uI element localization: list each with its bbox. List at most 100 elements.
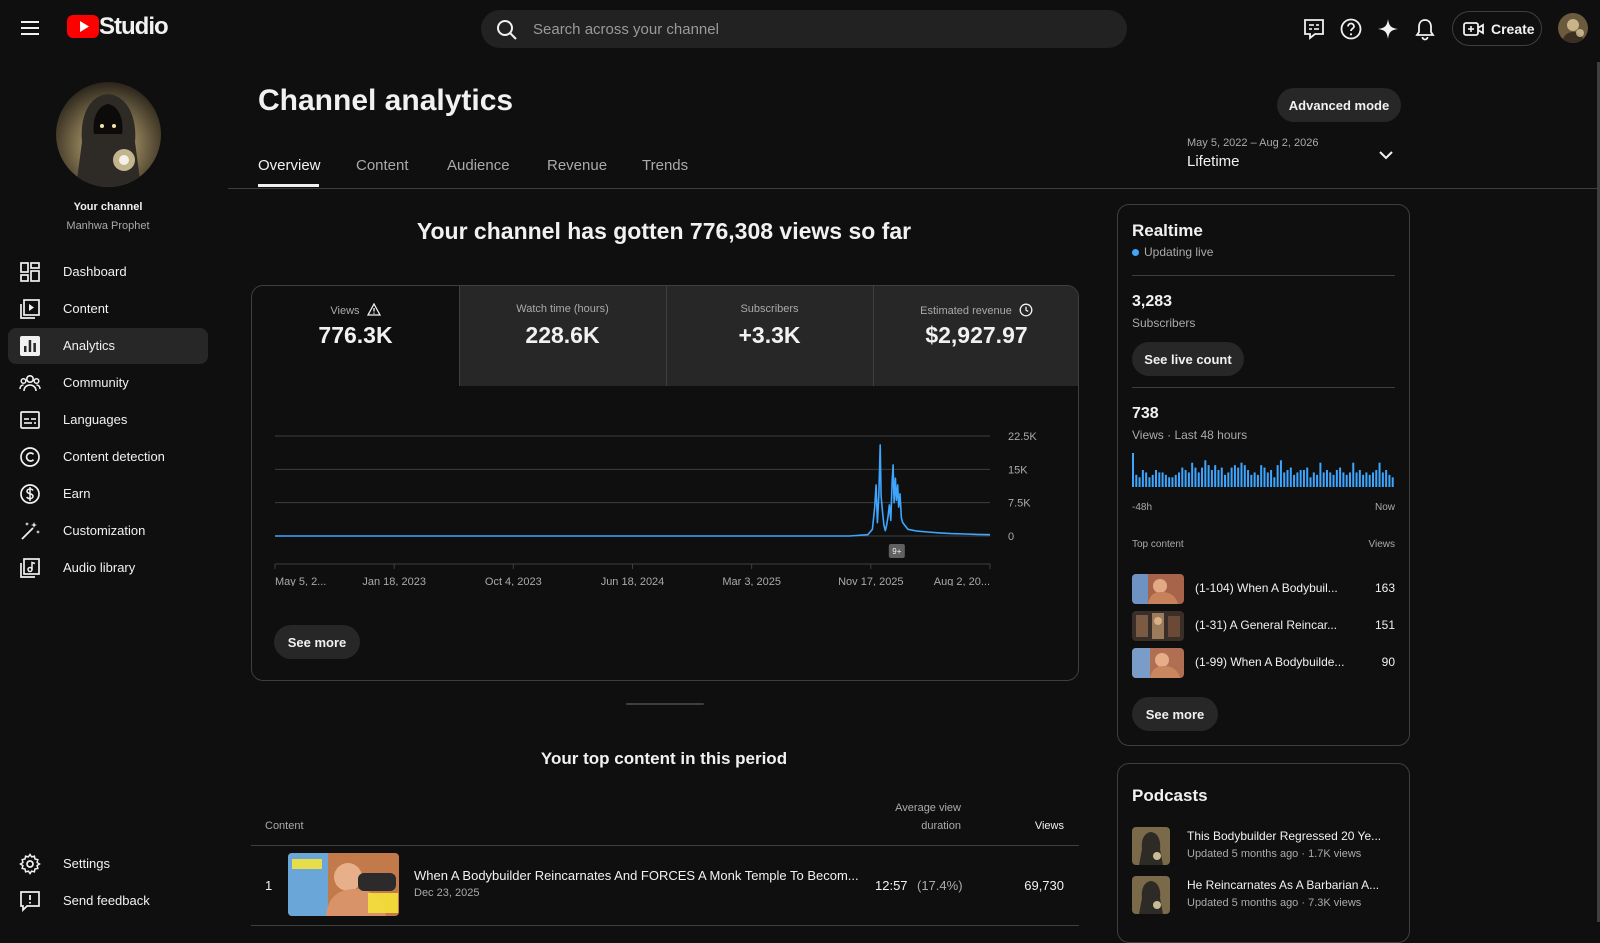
realtime-bar bbox=[1391, 477, 1394, 487]
sidebar-item-analytics[interactable]: Analytics bbox=[8, 328, 208, 364]
sidebar-item-label: Languages bbox=[63, 412, 128, 427]
metric-label: Estimated revenue bbox=[920, 305, 1012, 317]
captions-icon[interactable] bbox=[1302, 18, 1326, 40]
realtime-bar bbox=[1240, 462, 1243, 487]
realtime-bar bbox=[1348, 472, 1351, 487]
video-date: Dec 23, 2025 bbox=[414, 887, 480, 899]
realtime-bar bbox=[1273, 477, 1276, 487]
account-avatar[interactable] bbox=[1558, 13, 1588, 43]
metric-label-row: Views bbox=[252, 303, 459, 317]
sidebar-item-content[interactable]: Content bbox=[8, 291, 208, 327]
top-content-item[interactable]: (1-104) When A Bodybuil... 163 bbox=[1132, 574, 1395, 604]
sidebar-item-settings[interactable]: Settings bbox=[8, 846, 208, 882]
studio-logo-text[interactable]: Studio bbox=[99, 13, 169, 41]
realtime-bar bbox=[1256, 474, 1259, 487]
sidebar-item-customization[interactable]: Customization bbox=[8, 513, 208, 549]
realtime-bar bbox=[1217, 470, 1220, 487]
advanced-mode-button[interactable]: Advanced mode bbox=[1277, 88, 1401, 122]
realtime-bar bbox=[1368, 474, 1371, 487]
realtime-bar bbox=[1250, 474, 1253, 487]
metric-separator bbox=[873, 286, 874, 386]
x-tick-label: Nov 17, 2025 bbox=[838, 576, 903, 586]
sidebar-item-label: Settings bbox=[63, 856, 110, 871]
realtime-see-more-button[interactable]: See more bbox=[1132, 697, 1218, 731]
date-range-text: May 5, 2022 – Aug 2, 2026 bbox=[1187, 137, 1319, 149]
column-header-avg-duration-2[interactable]: duration bbox=[840, 820, 961, 832]
tab-revenue[interactable]: Revenue bbox=[547, 157, 607, 174]
sidebar-item-languages[interactable]: Languages bbox=[8, 402, 208, 438]
search-input[interactable] bbox=[533, 10, 1093, 48]
metric-subscribers[interactable]: Subscribers +3.3K bbox=[666, 286, 873, 386]
column-header-views[interactable]: Views bbox=[990, 820, 1064, 832]
channel-avatar[interactable] bbox=[56, 82, 161, 187]
podcast-thumbnail bbox=[1132, 876, 1170, 914]
chevron-down-icon[interactable] bbox=[1378, 148, 1394, 162]
tab-content[interactable]: Content bbox=[356, 157, 409, 174]
views-line-chart[interactable]: 0 7.5K 15K 22.5K May 5, 2... Jan 18, 2023 Oct … bbox=[252, 386, 1079, 586]
metric-value: 228.6K bbox=[525, 322, 600, 348]
overview-chart-card: Views 776.3K Watch time (hours) 228.6K S… bbox=[251, 285, 1079, 681]
realtime-bar bbox=[1339, 467, 1342, 487]
video-thumbnail[interactable] bbox=[288, 853, 399, 916]
create-button[interactable]: Create bbox=[1452, 11, 1542, 46]
podcast-item[interactable]: He Reincarnates As A Barbarian A... Upda… bbox=[1132, 876, 1402, 916]
realtime-bar bbox=[1375, 470, 1378, 487]
menu-icon[interactable] bbox=[20, 18, 42, 38]
realtime-bar bbox=[1286, 470, 1289, 487]
metric-label: Subscribers bbox=[740, 303, 799, 315]
realtime-axis-end: Now bbox=[1374, 502, 1395, 513]
sidebar-item-community[interactable]: Community bbox=[8, 365, 208, 401]
tab-trends[interactable]: Trends bbox=[642, 157, 688, 174]
realtime-axis-start: -48h bbox=[1132, 502, 1153, 513]
realtime-bar bbox=[1365, 472, 1368, 487]
metric-views[interactable]: Views 776.3K bbox=[252, 286, 459, 386]
realtime-title: Realtime bbox=[1132, 221, 1203, 240]
metric-watch-time[interactable]: Watch time (hours) 228.6K bbox=[459, 286, 666, 386]
realtime-bar bbox=[1266, 472, 1269, 487]
sidebar-item-earn[interactable]: Earn bbox=[8, 476, 208, 512]
active-tab-indicator bbox=[258, 184, 319, 187]
realtime-bar bbox=[1187, 472, 1190, 487]
realtime-status: Updating live bbox=[1132, 245, 1213, 259]
top-bar: Studio Create bbox=[0, 0, 1600, 56]
podcast-title: He Reincarnates As A Barbarian A... bbox=[1187, 878, 1380, 892]
see-live-count-button[interactable]: See live count bbox=[1132, 342, 1244, 376]
metric-estimated-revenue[interactable]: Estimated revenue $2,927.97 bbox=[873, 286, 1078, 386]
top-content-item[interactable]: (1-31) A General Reincar... 151 bbox=[1132, 611, 1395, 641]
notifications-bell-icon[interactable] bbox=[1414, 17, 1436, 41]
tab-overview[interactable]: Overview bbox=[258, 157, 321, 174]
realtime-bar bbox=[1168, 477, 1171, 487]
sparkle-icon[interactable] bbox=[1377, 18, 1399, 40]
realtime-bar bbox=[1388, 474, 1391, 487]
youtube-logo-icon[interactable] bbox=[67, 15, 99, 38]
podcast-thumbnail bbox=[1132, 827, 1170, 865]
sidebar-item-content-detection[interactable]: Content detection bbox=[8, 439, 208, 475]
realtime-bar bbox=[1214, 465, 1217, 487]
realtime-bar bbox=[1164, 474, 1167, 487]
sidebar-item-label: Content bbox=[63, 301, 109, 316]
metric-label: Views bbox=[330, 305, 360, 317]
top-content-views-label: Views bbox=[1368, 539, 1396, 550]
sidebar-item-label: Earn bbox=[63, 486, 91, 501]
metric-separator bbox=[666, 286, 667, 386]
sidebar-item-audio-library[interactable]: Audio library bbox=[8, 550, 208, 586]
help-icon[interactable] bbox=[1339, 17, 1363, 41]
tab-audience[interactable]: Audience bbox=[447, 157, 510, 174]
realtime-bar bbox=[1227, 472, 1230, 487]
views-headline: Your channel has gotten 776,308 views so… bbox=[416, 218, 912, 244]
sidebar-item-label: Community bbox=[63, 375, 129, 390]
realtime-views-value: 738 bbox=[1132, 405, 1159, 422]
search-bar[interactable] bbox=[481, 10, 1127, 48]
podcast-item[interactable]: This Bodybuilder Regressed 20 Ye... Upda… bbox=[1132, 827, 1402, 867]
top-content-item[interactable]: (1-99) When A Bodybuilde... 90 bbox=[1132, 648, 1395, 678]
sidebar-item-send-feedback[interactable]: Send feedback bbox=[8, 883, 208, 919]
realtime-bar bbox=[1352, 462, 1355, 487]
sidebar-item-dashboard[interactable]: Dashboard bbox=[8, 254, 208, 290]
realtime-bar bbox=[1132, 453, 1134, 487]
video-title[interactable]: When A Bodybuilder Reincarnates And FORC… bbox=[414, 868, 859, 883]
realtime-views-bar-chart[interactable] bbox=[1132, 453, 1395, 487]
column-header-avg-duration-1[interactable]: Average view bbox=[840, 802, 961, 814]
chart-see-more-button[interactable]: See more bbox=[274, 625, 360, 659]
realtime-bar bbox=[1181, 467, 1184, 487]
realtime-bar bbox=[1174, 474, 1177, 487]
